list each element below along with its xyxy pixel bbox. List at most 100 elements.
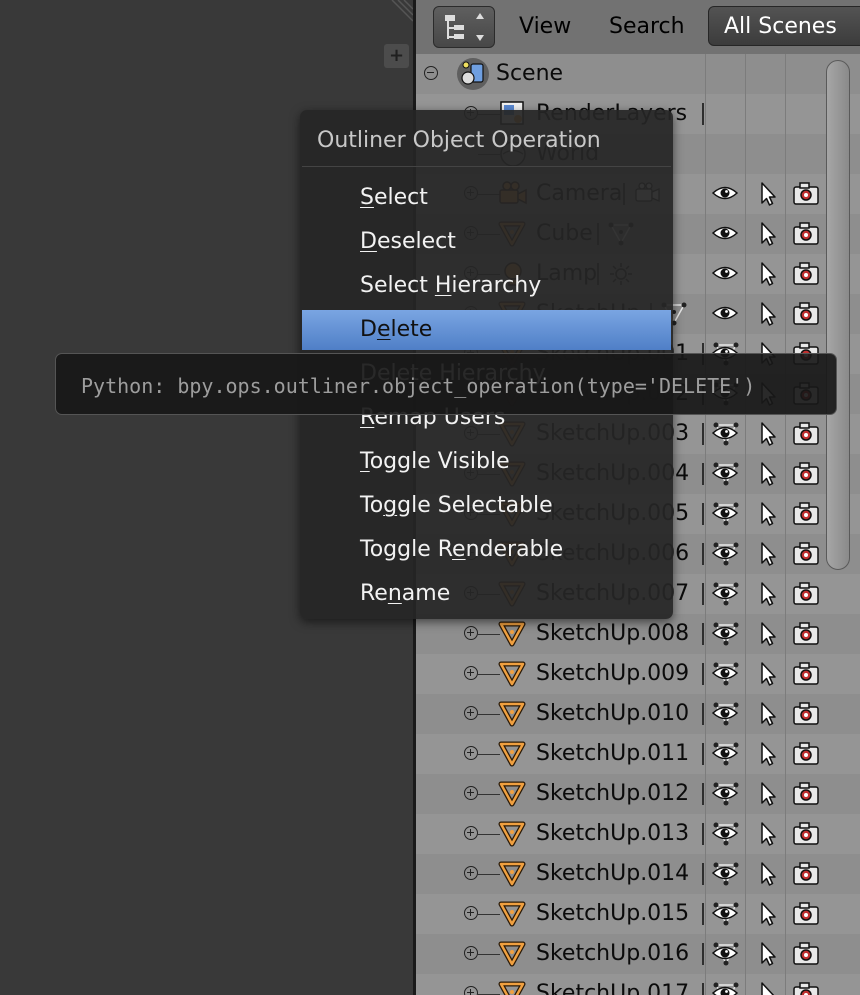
selectable-cursor-icon[interactable] <box>754 180 782 212</box>
menu-item-toggle-visible[interactable]: Toggle Visible <box>302 442 671 482</box>
visibility-eye-icon[interactable] <box>711 300 739 332</box>
outliner-row[interactable]: SketchUp.011 <box>416 734 860 774</box>
view-menu[interactable]: View <box>519 14 571 39</box>
renderable-camera-icon[interactable] <box>792 300 820 332</box>
selectable-cursor-icon[interactable] <box>754 300 782 332</box>
outliner-row[interactable]: SketchUp.013 <box>416 814 860 854</box>
renderable-camera-icon[interactable] <box>792 740 820 772</box>
menu-item-label: Toggle Renderable <box>360 537 564 562</box>
visibility-eye-icon[interactable] <box>711 940 739 972</box>
selectable-cursor-icon[interactable] <box>754 860 782 892</box>
visibility-eye-icon[interactable] <box>711 700 739 732</box>
visibility-eye-icon[interactable] <box>711 980 739 995</box>
visibility-eye-icon[interactable] <box>711 660 739 692</box>
visibility-eye-icon[interactable] <box>711 460 739 492</box>
display-mode-dropdown[interactable]: All Scenes <box>708 6 860 46</box>
expand-icon[interactable] <box>464 826 478 840</box>
renderable-camera-icon[interactable] <box>792 220 820 252</box>
selectable-cursor-icon[interactable] <box>754 220 782 252</box>
outliner-row[interactable]: Scene <box>416 54 860 94</box>
selectable-cursor-icon[interactable] <box>754 460 782 492</box>
outliner-row[interactable]: SketchUp.014 <box>416 854 860 894</box>
properties-toggle-button[interactable]: + <box>384 44 409 68</box>
renderable-camera-icon[interactable] <box>792 820 820 852</box>
selectable-cursor-icon[interactable] <box>754 900 782 932</box>
expand-icon[interactable] <box>464 626 478 640</box>
selectable-cursor-icon[interactable] <box>754 940 782 972</box>
tree-connector <box>478 874 500 875</box>
selectable-cursor-icon[interactable] <box>754 700 782 732</box>
expand-icon[interactable] <box>464 666 478 680</box>
renderable-camera-icon[interactable] <box>792 700 820 732</box>
renderable-camera-icon[interactable] <box>792 260 820 292</box>
renderable-camera-icon[interactable] <box>792 860 820 892</box>
selectable-cursor-icon[interactable] <box>754 980 782 995</box>
expand-icon[interactable] <box>464 946 478 960</box>
renderable-camera-icon[interactable] <box>792 180 820 212</box>
search-menu[interactable]: Search <box>609 14 685 39</box>
expand-icon[interactable] <box>464 706 478 720</box>
renderable-camera-icon[interactable] <box>792 940 820 972</box>
visibility-eye-icon[interactable] <box>711 220 739 252</box>
visibility-eye-icon[interactable] <box>711 780 739 812</box>
outliner-row[interactable]: SketchUp.009 <box>416 654 860 694</box>
menu-item-toggle-selectable[interactable]: Toggle Selectable <box>302 486 671 526</box>
selectable-cursor-icon[interactable] <box>754 780 782 812</box>
editor-type-button[interactable] <box>433 6 495 48</box>
collapse-icon[interactable] <box>424 66 438 80</box>
menu-item-toggle-renderable[interactable]: Toggle Renderable <box>302 530 671 570</box>
renderable-camera-icon[interactable] <box>792 500 820 532</box>
menu-item-select[interactable]: Select <box>302 178 671 218</box>
visibility-eye-icon[interactable] <box>711 860 739 892</box>
renderable-camera-icon[interactable] <box>792 420 820 452</box>
menu-item-label: Toggle Visible <box>360 449 510 474</box>
area-split-corner-icon[interactable] <box>384 0 413 22</box>
mesh-object-icon <box>498 660 526 692</box>
visibility-eye-icon[interactable] <box>711 620 739 652</box>
menu-item-select-hierarchy[interactable]: Select Hierarchy <box>302 266 671 306</box>
selectable-cursor-icon[interactable] <box>754 820 782 852</box>
renderable-camera-icon[interactable] <box>792 540 820 572</box>
selectable-cursor-icon[interactable] <box>754 660 782 692</box>
visibility-eye-icon[interactable] <box>711 500 739 532</box>
visibility-eye-icon[interactable] <box>711 900 739 932</box>
outliner-row[interactable]: SketchUp.015 <box>416 894 860 934</box>
visibility-eye-icon[interactable] <box>711 540 739 572</box>
expand-icon[interactable] <box>464 866 478 880</box>
outliner-row[interactable]: SketchUp.016 <box>416 934 860 974</box>
menu-item-delete[interactable]: Delete <box>302 310 671 350</box>
outliner-row[interactable]: SketchUp.017 <box>416 974 860 995</box>
outliner-row[interactable]: SketchUp.008 <box>416 614 860 654</box>
renderable-camera-icon[interactable] <box>792 660 820 692</box>
renderable-camera-icon[interactable] <box>792 580 820 612</box>
outliner-row[interactable]: SketchUp.012 <box>416 774 860 814</box>
renderable-camera-icon[interactable] <box>792 900 820 932</box>
renderable-camera-icon[interactable] <box>792 980 820 995</box>
selectable-cursor-icon[interactable] <box>754 740 782 772</box>
visibility-eye-icon[interactable] <box>711 180 739 212</box>
selectable-cursor-icon[interactable] <box>754 620 782 652</box>
renderable-camera-icon[interactable] <box>792 460 820 492</box>
visibility-eye-icon[interactable] <box>711 820 739 852</box>
outliner-row[interactable]: SketchUp.010 <box>416 694 860 734</box>
menu-item-deselect[interactable]: Deselect <box>302 222 671 262</box>
menu-item-label: Delete <box>360 317 433 342</box>
selectable-cursor-icon[interactable] <box>754 540 782 572</box>
expand-icon[interactable] <box>464 986 478 995</box>
outliner-scrollbar[interactable] <box>826 60 850 570</box>
expand-icon[interactable] <box>464 906 478 920</box>
selectable-cursor-icon[interactable] <box>754 580 782 612</box>
renderable-camera-icon[interactable] <box>792 780 820 812</box>
selectable-cursor-icon[interactable] <box>754 500 782 532</box>
visibility-eye-icon[interactable] <box>711 420 739 452</box>
visibility-eye-icon[interactable] <box>711 260 739 292</box>
tree-connector <box>478 954 500 955</box>
menu-item-rename[interactable]: Rename <box>302 574 671 614</box>
expand-icon[interactable] <box>464 746 478 760</box>
visibility-eye-icon[interactable] <box>711 580 739 612</box>
renderable-camera-icon[interactable] <box>792 620 820 652</box>
selectable-cursor-icon[interactable] <box>754 420 782 452</box>
visibility-eye-icon[interactable] <box>711 740 739 772</box>
expand-icon[interactable] <box>464 786 478 800</box>
selectable-cursor-icon[interactable] <box>754 260 782 292</box>
